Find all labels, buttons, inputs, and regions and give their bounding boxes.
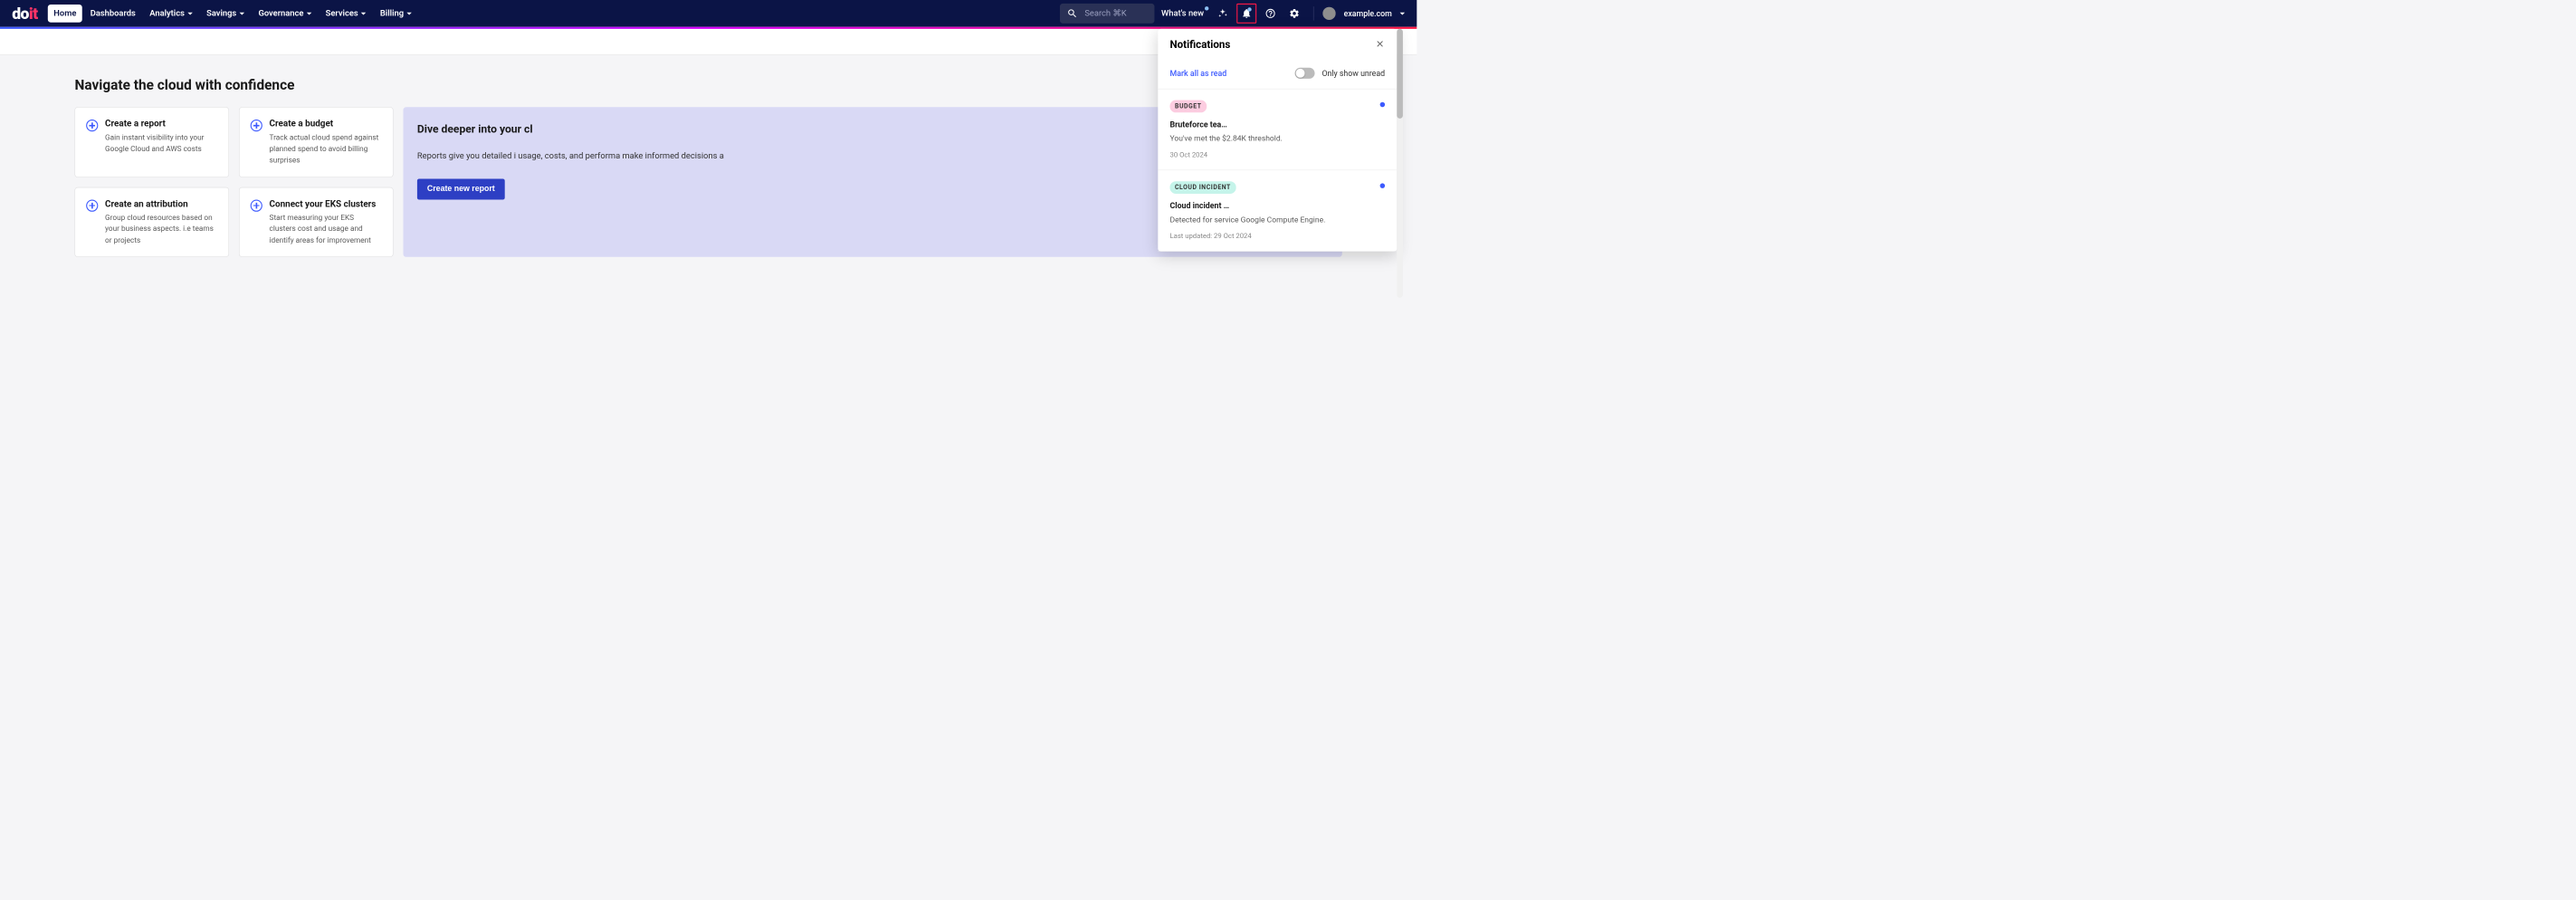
notifications-title: Notifications [1170,39,1231,51]
sparkle-button[interactable] [1213,4,1233,24]
chevron-down-icon [361,12,367,14]
nav-services[interactable]: Services [320,5,372,23]
help-icon [1265,8,1276,19]
nav-savings[interactable]: Savings [201,5,251,23]
plus-icon [86,120,98,131]
close-button[interactable] [1375,39,1385,51]
plus-icon [251,120,262,131]
plus-icon [251,199,262,211]
notification-item[interactable]: CLOUD INCIDENT Cloud incident … Detected… [1158,170,1397,252]
notifications-panel: Notifications Mark all as read Only show… [1158,29,1397,252]
notification-date: Last updated: 29 Oct 2024 [1170,232,1386,240]
unread-indicator [1380,183,1386,188]
logo[interactable]: doit [12,4,37,23]
settings-button[interactable] [1284,4,1304,24]
notifications-list[interactable]: BUDGET Bruteforce tea… You've met the $2… [1158,89,1397,251]
card-desc: Start measuring your EKS clusters cost a… [270,212,382,245]
chevron-down-icon [187,12,193,14]
mark-all-read-link[interactable]: Mark all as read [1170,69,1227,78]
chevron-down-icon[interactable] [1400,12,1406,14]
nav-governance[interactable]: Governance [253,5,318,23]
account-domain[interactable]: example.com [1344,9,1392,18]
page-title: Navigate the cloud with confidence [75,77,1342,93]
gear-icon [1289,8,1300,19]
close-icon [1375,39,1385,49]
card-title: Connect your EKS clusters [270,198,382,209]
notification-badge: CLOUD INCIDENT [1170,181,1236,194]
plus-icon [86,199,98,211]
card-create-attribution[interactable]: Create an attribution Group cloud resour… [75,187,230,257]
card-title: Create a budget [270,119,382,129]
notification-desc: Detected for service Google Compute Engi… [1170,215,1386,225]
card-title: Create an attribution [105,198,217,209]
chevron-down-icon [240,12,245,14]
nav-home[interactable]: Home [48,5,82,23]
avatar[interactable] [1323,7,1336,20]
search-placeholder: Search ⌘K [1084,8,1126,18]
scrollbar-thumb[interactable] [1397,29,1403,119]
main-nav: Home Dashboards Analytics Savings Govern… [48,5,418,23]
search-icon [1067,8,1078,19]
topbar: doit Home Dashboards Analytics Savings G… [0,0,1417,27]
whats-new-link[interactable]: What's new [1161,8,1207,18]
notification-badge: BUDGET [1170,101,1207,113]
create-new-report-button[interactable]: Create new report [417,179,505,200]
notifications-button[interactable] [1236,4,1256,24]
top-right: What's new example.com [1161,4,1405,24]
only-unread-label: Only show unread [1321,69,1385,78]
nav-analytics[interactable]: Analytics [144,5,199,23]
divider [1313,6,1314,20]
help-button[interactable] [1261,4,1281,24]
only-unread-toggle[interactable] [1295,68,1315,79]
nav-billing[interactable]: Billing [374,5,417,23]
sparkle-icon [1217,8,1228,19]
notification-date: 30 Oct 2024 [1170,151,1386,159]
notification-title: Bruteforce tea… [1170,120,1386,129]
card-desc: Gain instant visibility into your Google… [105,132,217,155]
notification-item[interactable]: BUDGET Bruteforce tea… You've met the $2… [1158,89,1397,170]
card-connect-eks[interactable]: Connect your EKS clusters Start measurin… [239,187,394,257]
chevron-down-icon [307,12,312,14]
card-create-budget[interactable]: Create a budget Track actual cloud spend… [239,107,394,177]
chevron-down-icon [406,12,412,14]
card-desc: Track actual cloud spend against planned… [270,132,382,166]
search-input[interactable]: Search ⌘K [1060,4,1155,24]
unread-indicator [1380,102,1386,108]
scrollbar[interactable] [1397,29,1403,298]
notification-desc: You've met the $2.84K threshold. [1170,134,1386,143]
card-create-report[interactable]: Create a report Gain instant visibility … [75,107,230,177]
card-desc: Group cloud resources based on your busi… [105,212,217,245]
notification-title: Cloud incident … [1170,201,1386,210]
card-title: Create a report [105,119,217,129]
nav-dashboards[interactable]: Dashboards [84,5,141,23]
